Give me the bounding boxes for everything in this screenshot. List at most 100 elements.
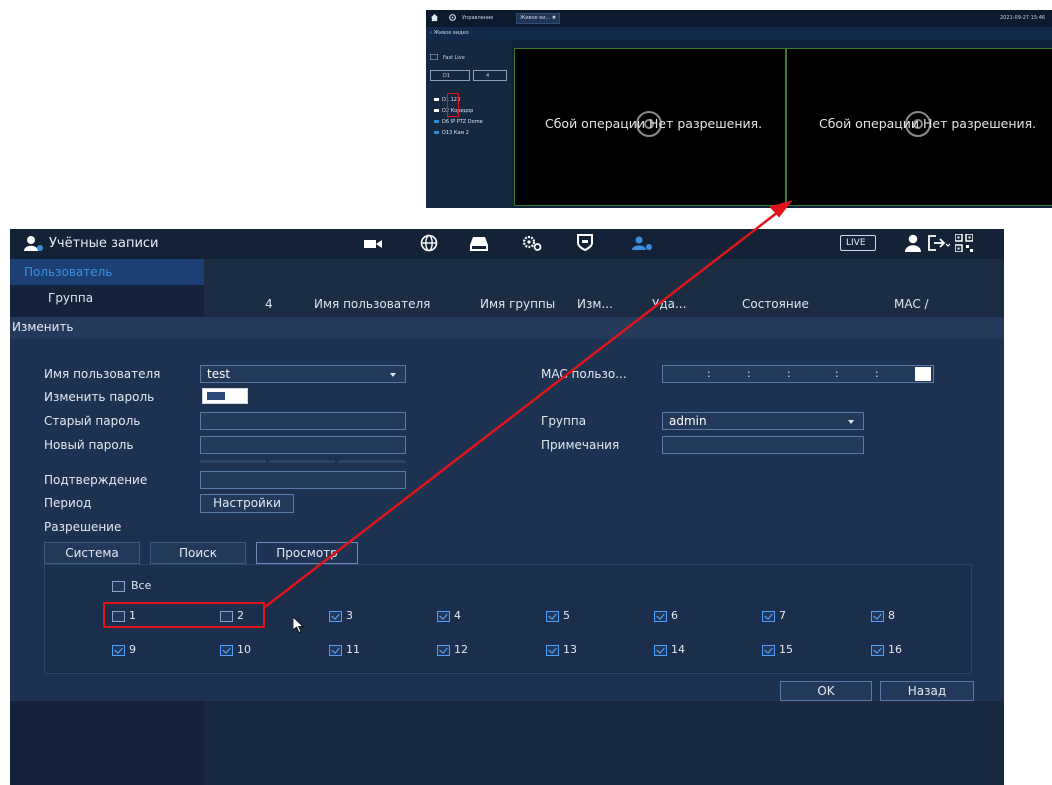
- channel-checkbox-14[interactable]: [654, 645, 667, 656]
- mac-separator: :: [707, 367, 711, 380]
- tab-system[interactable]: Система: [44, 542, 140, 564]
- channel-label: 13: [563, 643, 577, 656]
- dialog-title-bar: Изменить: [10, 317, 1004, 339]
- live-sidebar: Fast Live D1 4 D1 123 D2 Коридор D6 IP P…: [426, 40, 512, 208]
- page-title: Учётные записи: [49, 236, 159, 251]
- channel-label: 3: [346, 609, 353, 622]
- back-button[interactable]: Назад: [880, 681, 974, 701]
- video-pane[interactable]: Сбой операции Нет разрешения.: [514, 48, 786, 206]
- dialog-title: Изменить: [12, 320, 74, 334]
- live-view-screenshot: Управление Живое ви... ✖ 2021-09-27 15:4…: [426, 10, 1052, 208]
- menu-item-user[interactable]: Пользователь: [10, 259, 204, 285]
- shield-icon[interactable]: [577, 234, 593, 251]
- change-password-label: Изменить пароль: [44, 390, 155, 404]
- channel-select[interactable]: D1: [430, 70, 470, 81]
- tab-view[interactable]: Просмотр: [256, 542, 358, 564]
- storage-icon[interactable]: [470, 237, 488, 251]
- confirm-password-field[interactable]: [200, 471, 406, 489]
- tab-search[interactable]: Поиск: [150, 542, 246, 564]
- old-password-field[interactable]: [200, 412, 406, 430]
- fast-live-label[interactable]: Fast Live: [443, 55, 465, 61]
- highlight-box: [103, 602, 265, 628]
- video-pane[interactable]: Сбой операции Нет разрешения.: [786, 48, 1052, 206]
- highlight-box: [447, 93, 459, 117]
- strength-bar-weak: [200, 460, 266, 463]
- channel-checkbox-12[interactable]: [437, 645, 450, 656]
- gear-icon[interactable]: [448, 13, 457, 22]
- error-message: Сбой операции Нет разрешения.: [819, 116, 1037, 131]
- channel-checkbox-11[interactable]: [329, 645, 342, 656]
- layout-select-value: 4: [486, 73, 490, 79]
- column-delete[interactable]: Уда...: [652, 297, 686, 311]
- column-mac[interactable]: MAC /: [894, 297, 929, 311]
- period-settings-button[interactable]: Настройки: [200, 494, 294, 513]
- channel-label: 10: [237, 643, 251, 656]
- cursor-icon: [293, 617, 305, 633]
- mac-label: MAC пользо...: [541, 367, 627, 381]
- column-group[interactable]: Имя группы: [480, 297, 555, 311]
- camera-icon[interactable]: [364, 239, 382, 249]
- camera-icon: [434, 109, 439, 112]
- channel-checkbox-5[interactable]: [546, 611, 559, 622]
- channel-label: 16: [888, 643, 902, 656]
- channel-checkbox-8[interactable]: [871, 611, 884, 622]
- live-subbar-label[interactable]: ‹ Живое видео: [430, 30, 469, 36]
- username-select[interactable]: test: [200, 365, 406, 383]
- mac-field[interactable]: : : : : :: [662, 365, 934, 383]
- mac-separator: :: [787, 367, 791, 380]
- channel-checkbox-13[interactable]: [546, 645, 559, 656]
- users-icon[interactable]: [632, 236, 654, 251]
- settings-icon[interactable]: [522, 235, 542, 251]
- username-label: Имя пользователя: [44, 367, 161, 381]
- error-message: Сбой операции Нет разрешения.: [545, 116, 763, 131]
- logout-icon[interactable]: [928, 235, 950, 251]
- channel-checkbox-9[interactable]: [112, 645, 125, 656]
- strength-bar-strong: [338, 460, 406, 463]
- change-password-toggle[interactable]: [202, 388, 248, 404]
- group-label: Группа: [541, 414, 587, 428]
- camera-icon: [434, 131, 439, 134]
- camera-icon: [434, 120, 439, 123]
- user-icon[interactable]: [905, 234, 921, 252]
- column-username[interactable]: Имя пользователя: [314, 297, 430, 311]
- channel-checkbox-3[interactable]: [329, 611, 342, 622]
- users-table-header: 4 Имя пользователя Имя группы Изм... Уда…: [242, 291, 932, 315]
- all-checkbox[interactable]: [112, 581, 125, 592]
- live-button[interactable]: LIVE: [840, 235, 876, 251]
- live-label: LIVE: [846, 238, 866, 248]
- username-value: test: [207, 367, 231, 381]
- control-label[interactable]: Управление: [462, 15, 493, 21]
- accounts-window: Учётные записи LIVE Пользователь Группа …: [10, 229, 1004, 785]
- mac-cursor-cell: [915, 367, 931, 381]
- channel-checkbox-16[interactable]: [871, 645, 884, 656]
- globe-icon[interactable]: [420, 234, 438, 252]
- accounts-icon: [24, 236, 43, 251]
- qr-icon[interactable]: [955, 234, 973, 252]
- channel-checkbox-4[interactable]: [437, 611, 450, 622]
- period-label: Период: [44, 496, 92, 510]
- live-tab[interactable]: Живое ви... ✖: [516, 13, 561, 24]
- channel-label: 8: [888, 609, 895, 622]
- live-topbar: Управление Живое ви... ✖ 2021-09-27 15:4…: [426, 10, 1052, 27]
- mac-separator: :: [875, 367, 879, 380]
- channel-checkbox-15[interactable]: [762, 645, 775, 656]
- ok-button[interactable]: OK: [780, 681, 872, 701]
- notes-field[interactable]: [662, 436, 864, 454]
- permission-label: Разрешение: [44, 520, 122, 534]
- column-edit[interactable]: Изм...: [577, 297, 613, 311]
- menu-item-group[interactable]: Группа: [48, 291, 93, 305]
- home-icon[interactable]: [430, 13, 439, 22]
- device-item[interactable]: D6 IP PTZ Dome: [434, 119, 483, 125]
- group-value: admin: [669, 414, 707, 428]
- column-status[interactable]: Состояние: [742, 297, 809, 311]
- channel-checkbox-6[interactable]: [654, 611, 667, 622]
- layout-select[interactable]: 4: [473, 70, 507, 81]
- channel-label: 14: [671, 643, 685, 656]
- new-password-field[interactable]: [200, 436, 406, 454]
- channel-checkbox-10[interactable]: [220, 645, 233, 656]
- device-item[interactable]: D13 Кам 2: [434, 130, 469, 136]
- channel-checkbox-7[interactable]: [762, 611, 775, 622]
- new-password-label: Новый пароль: [44, 438, 134, 452]
- left-menu-lower: [10, 701, 204, 785]
- group-select[interactable]: admin: [662, 412, 864, 430]
